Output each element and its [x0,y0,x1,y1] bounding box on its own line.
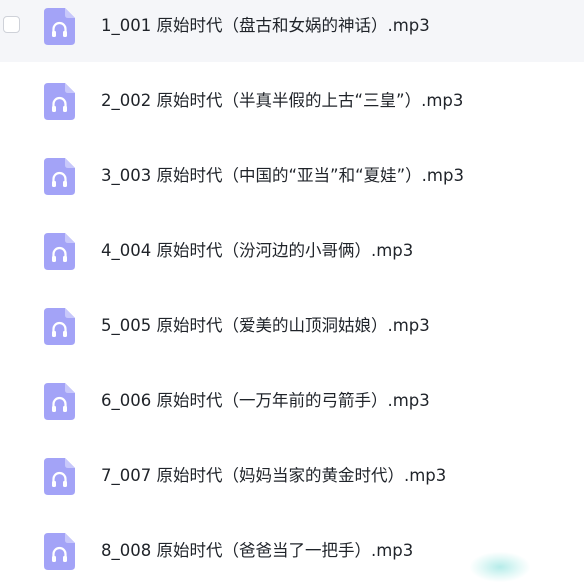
headphones-audio-file-icon [44,8,75,45]
headphones-audio-file-icon [44,533,75,570]
floating-widget-glow [470,552,530,582]
headphones-audio-file-icon [44,83,75,120]
file-name[interactable]: 6_006 原始时代（一万年前的弓箭手）.mp3 [101,390,430,412]
file-name[interactable]: 5_005 原始时代（爱美的山顶洞姑娘）.mp3 [101,315,430,337]
file-name[interactable]: 3_003 原始时代（中国的“亚当”和“夏娃”）.mp3 [101,165,464,187]
headphones-audio-file-icon [44,383,75,420]
file-row[interactable]: 3_003 原始时代（中国的“亚当”和“夏娃”）.mp3 [0,137,584,212]
file-row[interactable]: 2_002 原始时代（半真半假的上古“三皇”）.mp3 [0,62,584,137]
file-name[interactable]: 4_004 原始时代（汾河边的小哥俩）.mp3 [101,240,413,262]
headphones-audio-file-icon [44,458,75,495]
file-row[interactable]: 1_001 原始时代（盘古和女娲的神话）.mp3 [0,0,584,62]
row-checkbox[interactable] [3,16,20,33]
file-name[interactable]: 8_008 原始时代（爸爸当了一把手）.mp3 [101,540,413,562]
file-row[interactable]: 5_005 原始时代（爱美的山顶洞姑娘）.mp3 [0,287,584,362]
headphones-audio-file-icon [44,158,75,195]
file-list: 1_001 原始时代（盘古和女娲的神话）.mp3 2_002 原始时代（半真半假… [0,0,584,570]
file-name[interactable]: 7_007 原始时代（妈妈当家的黄金时代）.mp3 [101,465,446,487]
file-name[interactable]: 1_001 原始时代（盘古和女娲的神话）.mp3 [101,15,430,37]
file-name[interactable]: 2_002 原始时代（半真半假的上古“三皇”）.mp3 [101,90,463,112]
file-row[interactable]: 7_007 原始时代（妈妈当家的黄金时代）.mp3 [0,437,584,512]
file-row[interactable]: 4_004 原始时代（汾河边的小哥俩）.mp3 [0,212,584,287]
headphones-audio-file-icon [44,233,75,270]
headphones-audio-file-icon [44,308,75,345]
file-row[interactable]: 6_006 原始时代（一万年前的弓箭手）.mp3 [0,362,584,437]
